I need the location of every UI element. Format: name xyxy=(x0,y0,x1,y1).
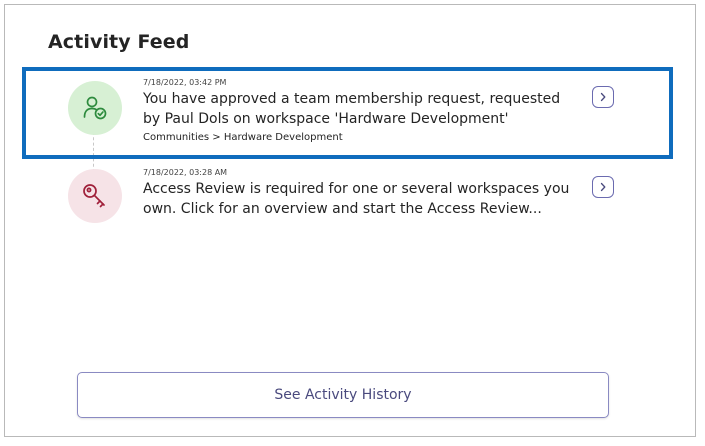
person-check-icon xyxy=(83,96,107,120)
feed-item-avatar xyxy=(68,81,122,135)
feed-item-membership-approved[interactable]: 7/18/2022, 03:42 PM You have approved a … xyxy=(22,67,673,159)
feed-item-content: 7/18/2022, 03:42 PM You have approved a … xyxy=(143,77,573,145)
feed-item-message-line-1: Access Review is required for one or sev… xyxy=(143,181,570,197)
feed-item-timestamp: 7/18/2022, 03:42 PM xyxy=(143,78,227,87)
feed-item-timestamp: 7/18/2022, 03:28 AM xyxy=(143,168,228,177)
feed-item-message-line-2: by Paul Dols on workspace 'Hardware Deve… xyxy=(143,111,509,127)
key-icon xyxy=(83,184,105,208)
feed-item-message-line-2: own. Click for an overview and start the… xyxy=(143,201,542,217)
feed-item-breadcrumb: Communities > Hardware Development xyxy=(143,132,343,143)
chevron-right-icon xyxy=(600,92,606,102)
feed-item-avatar xyxy=(68,169,122,223)
see-activity-history-button[interactable]: See Activity History xyxy=(77,372,609,418)
open-item-button[interactable] xyxy=(592,176,614,198)
open-item-button[interactable] xyxy=(592,86,614,108)
activity-feed-title: Activity Feed xyxy=(48,31,190,53)
chevron-right-icon xyxy=(600,182,606,192)
feed-item-message-line-1: You have approved a team membership requ… xyxy=(143,91,561,107)
feed-item-content: 7/18/2022, 03:28 AM Access Review is req… xyxy=(143,167,573,219)
feed-item-access-review[interactable]: 7/18/2022, 03:28 AM Access Review is req… xyxy=(22,162,673,232)
